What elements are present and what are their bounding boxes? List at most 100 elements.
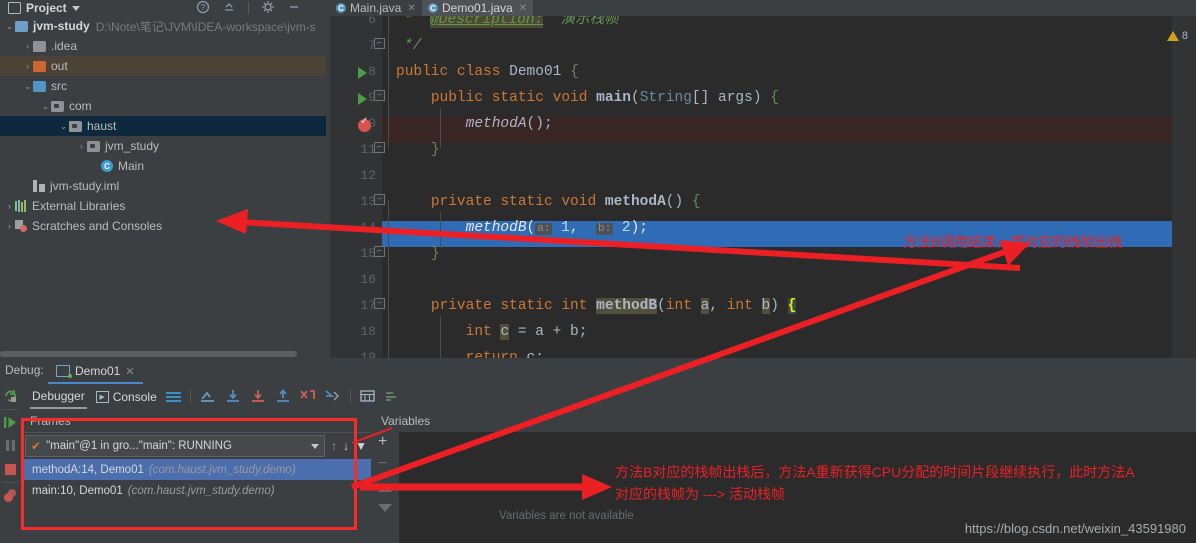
package-icon — [51, 100, 64, 112]
step-over-icon[interactable] — [225, 389, 241, 406]
chevron-down-icon[interactable]: ⌄ — [4, 21, 15, 32]
variables-empty-message: Variables are not available — [499, 510, 634, 522]
pause-program-icon[interactable] — [3, 438, 18, 453]
code-editor[interactable]: 6 7 8 9 10 11 12 13 14 15 16 17 18 19 ⌐ … — [330, 16, 1196, 358]
debug-session-tab[interactable]: Demo01 ✕ — [48, 360, 143, 384]
project-horizontal-scrollbar[interactable] — [0, 349, 326, 358]
editor-gutter[interactable]: 6 7 8 9 10 11 12 13 14 15 16 17 18 19 ⌐ … — [330, 16, 385, 358]
chevron-right-icon[interactable]: › — [76, 141, 87, 151]
gear-icon[interactable] — [261, 0, 275, 17]
project-tree[interactable]: ⌄ jvm-study D:\Note\笔记\JVM\IDEA-workspac… — [0, 16, 326, 349]
tree-item-com[interactable]: ⌄ com — [0, 96, 326, 116]
move-down-icon[interactable] — [378, 504, 392, 512]
ide-window: Project ? C Main.java ✕ C Demo01.java ✕ … — [0, 0, 1196, 543]
svg-text:?: ? — [201, 3, 206, 12]
chevron-down-icon[interactable]: ⌄ — [58, 121, 69, 132]
view-breakpoints-icon[interactable] — [3, 488, 18, 503]
tree-item-haust[interactable]: ⌄ haust — [0, 116, 326, 136]
debug-action-sidebar[interactable] — [0, 384, 20, 543]
chevron-right-icon[interactable]: › — [22, 41, 33, 51]
tree-item-jvm-study[interactable]: ⌄ jvm-study D:\Note\笔记\JVM\IDEA-workspac… — [0, 16, 326, 36]
tree-item-external-libraries[interactable]: › External Libraries — [0, 196, 326, 216]
tree-item-label: src — [51, 79, 67, 93]
tab-console[interactable]: ▶ Console — [95, 390, 157, 404]
iml-file-icon — [33, 180, 45, 192]
debugger-toolbar[interactable]: Debugger ▶ Console — [21, 384, 1196, 410]
tree-item-src[interactable]: ⌄ src — [0, 76, 326, 96]
tree-item-label: com — [69, 99, 92, 113]
chevron-down-icon[interactable]: ⌄ — [40, 101, 51, 112]
code-text-area[interactable]: * @Description: 演示栈帧 */ public class Dem… — [382, 16, 1196, 358]
console-icon: ▶ — [95, 391, 109, 403]
warning-indicator[interactable]: 8 — [1166, 30, 1188, 42]
tree-item-iml[interactable]: jvm-study.iml — [0, 176, 326, 196]
tree-item-label: jvm-study.iml — [50, 179, 120, 193]
rerun-icon[interactable] — [3, 388, 18, 403]
annotation-text-1: 方法B调用结束，其对应的栈帧出栈 — [903, 234, 1123, 250]
evaluate-expression-icon[interactable] — [360, 389, 375, 406]
folder-icon — [33, 40, 46, 52]
chevron-down-icon[interactable]: ⌄ — [22, 81, 33, 92]
toolbar-divider — [189, 390, 191, 404]
code-line-7: */ — [404, 38, 422, 54]
force-step-icon[interactable] — [300, 389, 316, 406]
stop-program-icon[interactable] — [3, 462, 18, 477]
chevron-right-icon[interactable]: › — [4, 221, 15, 231]
breakpoint-icon[interactable] — [358, 116, 371, 132]
layout-settings-icon[interactable] — [165, 392, 181, 402]
annotation-box-frames — [21, 418, 357, 530]
add-watch-icon[interactable]: + — [378, 434, 387, 450]
tree-item-idea[interactable]: › .idea — [0, 36, 326, 56]
move-up-icon[interactable] — [378, 484, 392, 492]
warning-triangle-icon — [1166, 31, 1179, 41]
package-icon — [87, 140, 100, 152]
step-out-icon[interactable] — [275, 388, 291, 406]
line-number: 14 — [360, 220, 376, 235]
line-number: 17 — [360, 298, 376, 313]
help-icon[interactable]: ? — [196, 0, 210, 17]
java-class-icon: C — [101, 160, 113, 172]
inspection-gutter[interactable] — [1172, 16, 1196, 358]
tree-item-jvm-study-pkg[interactable]: › jvm_study — [0, 136, 326, 156]
tree-item-label: jvm-study — [33, 19, 90, 33]
debug-session-icon — [56, 365, 72, 378]
hide-icon[interactable] — [287, 0, 301, 17]
chevron-right-icon[interactable]: › — [22, 61, 33, 71]
editor-tab-demo01[interactable]: C Demo01.java ✕ — [422, 0, 534, 16]
code-line-18: int c = a + b; — [465, 324, 588, 340]
chevron-right-icon[interactable]: › — [4, 201, 15, 211]
line-number: 18 — [360, 324, 376, 339]
collapse-all-icon[interactable] — [222, 0, 236, 17]
remove-watch-icon[interactable]: − — [378, 456, 387, 472]
close-icon[interactable]: ✕ — [407, 3, 415, 14]
step-into-icon[interactable] — [250, 389, 266, 406]
mute-breakpoints-icon[interactable] — [384, 389, 399, 406]
watermark-url: https://blog.csdn.net/weixin_43591980 — [964, 521, 1186, 536]
tree-item-main-class[interactable]: › C Main — [0, 156, 326, 176]
code-line-13: private static void methodA() { — [430, 194, 701, 210]
project-tool-window-header[interactable]: Project — [8, 0, 80, 16]
run-gutter-icon[interactable] — [358, 67, 370, 79]
code-line-9: public static void main(String[] args) { — [430, 90, 779, 106]
tree-item-out[interactable]: › out — [0, 56, 326, 76]
variables-sidebar[interactable]: + − — [372, 432, 398, 543]
tree-item-path: D:\Note\笔记\JVM\IDEA-workspace\jvm-s — [95, 19, 316, 34]
tree-item-label: jvm_study — [105, 139, 160, 153]
sidebar-divider — [2, 409, 18, 410]
chevron-down-icon[interactable] — [71, 5, 80, 11]
tree-item-label: out — [51, 59, 68, 73]
resume-program-icon[interactable] — [3, 415, 18, 430]
code-line-10: methodA(); — [465, 116, 553, 132]
close-icon[interactable]: ✕ — [125, 365, 134, 378]
warning-count: 8 — [1181, 30, 1188, 42]
close-icon[interactable]: ✕ — [519, 3, 527, 14]
tree-item-scratches[interactable]: › Scratches and Consoles — [0, 216, 326, 236]
annotation-text-2-line1: 方法B对应的栈帧出栈后，方法A重新获得CPU分配的时间片段继续执行，此时方法A — [615, 464, 1135, 480]
code-line-19: return c; — [465, 350, 544, 358]
out-folder-icon — [33, 60, 46, 72]
tab-debugger[interactable]: Debugger — [30, 385, 87, 409]
editor-tab-main[interactable]: C Main.java ✕ — [330, 0, 422, 16]
run-gutter-icon[interactable] — [358, 93, 370, 105]
show-execution-point-icon[interactable] — [200, 389, 216, 406]
run-to-cursor-icon[interactable] — [325, 389, 341, 406]
